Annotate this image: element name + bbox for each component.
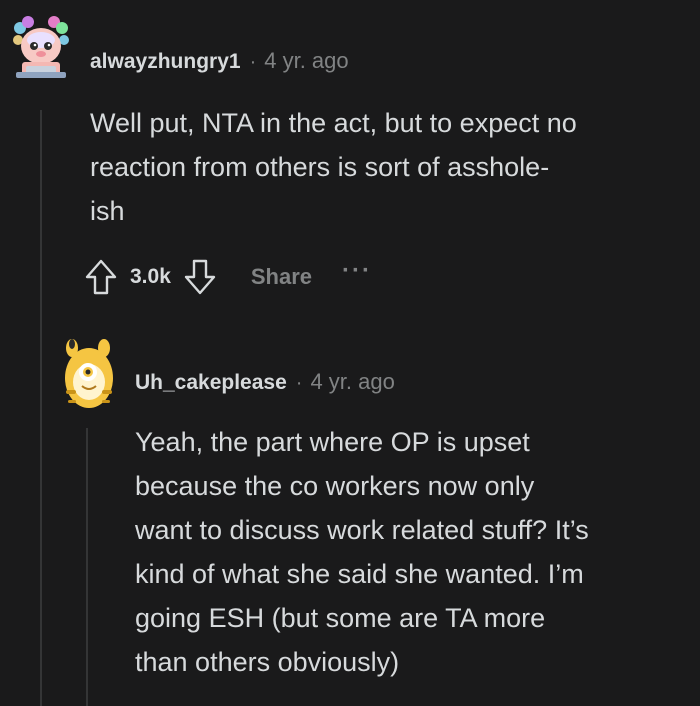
- username[interactable]: Uh_cakeplease: [135, 371, 287, 395]
- comment-line: Yeah, the part where OP is upset: [135, 427, 530, 457]
- user-avatar-icon[interactable]: [10, 14, 72, 82]
- thread-line-nested[interactable]: [86, 428, 88, 706]
- share-button[interactable]: Share: [251, 264, 312, 290]
- comment-body: Yeah, the part where OP is upset because…: [135, 420, 589, 684]
- upvote-icon[interactable]: [84, 257, 118, 297]
- downvote-icon[interactable]: [183, 257, 217, 297]
- comment-actions: 3.0k Share ···: [84, 257, 372, 297]
- thread-line-left[interactable]: [40, 110, 42, 706]
- more-options-icon[interactable]: ···: [342, 257, 372, 285]
- comment-line: because the co workers now only: [135, 471, 535, 501]
- comment-line: want to discuss work related stuff? It’s: [135, 515, 589, 545]
- user-avatar-icon[interactable]: [58, 334, 120, 416]
- comment-line: Well put, NTA in the act, but to expect …: [90, 108, 577, 138]
- separator-dot: ·: [249, 51, 257, 73]
- comment-line: ish: [90, 196, 125, 226]
- username[interactable]: alwayzhungry1: [90, 50, 241, 74]
- comment-line: kind of what she said she wanted. I’m: [135, 559, 584, 589]
- comment-line: reaction from others is sort of asshole-: [90, 152, 550, 182]
- timestamp[interactable]: 4 yr. ago: [310, 369, 394, 395]
- vote-score: 3.0k: [130, 265, 171, 288]
- comment-line: than others obviously): [135, 647, 400, 677]
- separator-dot: ·: [295, 372, 303, 394]
- comment-meta: alwayzhungry1 · 4 yr. ago: [90, 48, 349, 74]
- comment-meta: Uh_cakeplease · 4 yr. ago: [135, 369, 395, 395]
- comment-line: going ESH (but some are TA more: [135, 603, 546, 633]
- timestamp[interactable]: 4 yr. ago: [264, 48, 348, 74]
- comment-body: Well put, NTA in the act, but to expect …: [90, 101, 577, 233]
